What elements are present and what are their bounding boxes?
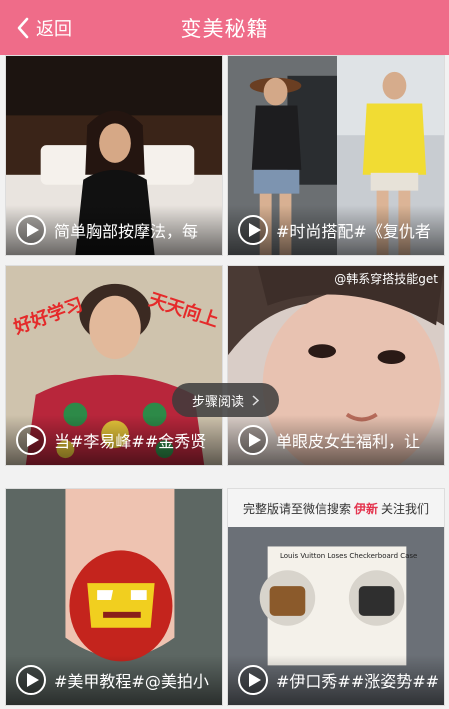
promo-banner: 完整版请至微信搜索 伊新 关注我们 (228, 489, 444, 527)
video-caption: 当#李易峰##金秀贤 (6, 415, 222, 465)
video-caption: #伊口秀##涨姿势## (228, 655, 444, 705)
video-caption-text: 当#李易峰##金秀贤 (54, 432, 207, 451)
video-tile[interactable]: 好好学习 天天向上 当#李易峰##金秀贤 (5, 265, 223, 466)
video-caption: #美甲教程#@美拍小 (6, 655, 222, 705)
video-caption-text: 单眼皮女生福利，让 (276, 432, 421, 451)
play-icon (16, 665, 46, 695)
article-title: Louis Vuitton Loses Checkerboard Case (280, 552, 418, 560)
video-tile[interactable]: #时尚搭配#《复仇者 (227, 55, 445, 256)
step-reading-label: 步骤阅读 (191, 394, 244, 410)
play-icon (16, 425, 46, 455)
video-tile[interactable]: @韩系穿搭技能get 单眼皮女生福利，让 (227, 265, 445, 466)
page-title: 变美秘籍 (180, 17, 269, 41)
video-caption-text: #美甲教程#@美拍小 (54, 672, 209, 691)
watermark-text: @韩系穿搭技能get (334, 272, 438, 286)
video-caption: 单眼皮女生福利，让 (228, 415, 444, 465)
video-tile[interactable]: 完整版请至微信搜索 伊新 关注我们 Louis Vuitton Loses Ch… (227, 488, 445, 706)
play-icon (238, 665, 268, 695)
app-header: 返回 变美秘籍 (0, 0, 449, 55)
play-icon (238, 425, 268, 455)
video-caption-text: 简单胸部按摩法，每 (54, 222, 199, 241)
promo-suffix: 关注我们 (381, 501, 430, 516)
video-grid: 简单胸部按摩法，每 #时尚搭配#《复仇者 好好学习 天天向上 当#李易峰##金秀… (0, 55, 449, 709)
video-tile[interactable]: #美甲教程#@美拍小 (5, 488, 223, 706)
promo-prefix: 完整版请至微信搜索 (242, 501, 351, 516)
video-caption: #时尚搭配#《复仇者 (228, 205, 444, 255)
video-caption-text: #伊口秀##涨姿势## (276, 672, 440, 691)
play-icon (238, 215, 268, 245)
video-tile[interactable]: 简单胸部按摩法，每 (5, 55, 223, 256)
promo-brand: 伊新 (353, 501, 378, 516)
video-caption-text: #时尚搭配#《复仇者 (276, 222, 431, 241)
video-caption: 简单胸部按摩法，每 (6, 205, 222, 255)
step-reading-button[interactable]: 步骤阅读 (172, 383, 279, 417)
chevron-right-icon (252, 394, 259, 406)
play-icon (16, 215, 46, 245)
